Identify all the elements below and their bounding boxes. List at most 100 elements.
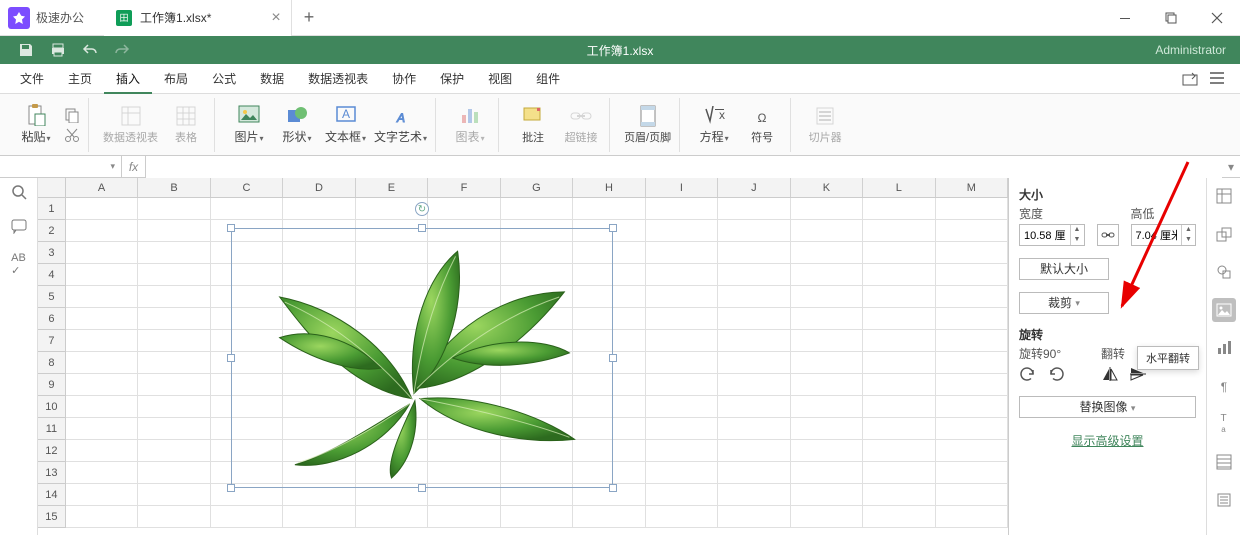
cell[interactable] <box>646 242 718 264</box>
comments-icon[interactable] <box>11 218 27 234</box>
width-input[interactable]: ▲▼ <box>1019 224 1085 246</box>
menu-formula[interactable]: 公式 <box>200 64 248 94</box>
resize-handle[interactable] <box>609 224 617 232</box>
menu-home[interactable]: 主页 <box>56 64 104 94</box>
cell[interactable] <box>863 418 935 440</box>
copy-icon[interactable] <box>64 107 80 123</box>
cell[interactable] <box>791 198 863 220</box>
col-header[interactable]: K <box>791 178 863 197</box>
cell[interactable] <box>718 506 790 528</box>
cell[interactable] <box>936 374 1008 396</box>
cell[interactable] <box>66 374 138 396</box>
resize-handle[interactable] <box>418 224 426 232</box>
cell[interactable] <box>863 462 935 484</box>
height-input[interactable]: ▲▼ <box>1131 224 1197 246</box>
col-header[interactable]: M <box>936 178 1008 197</box>
col-header[interactable]: H <box>573 178 645 197</box>
cell[interactable] <box>573 506 645 528</box>
cell[interactable] <box>863 506 935 528</box>
image-panel-icon[interactable] <box>1212 298 1236 322</box>
cell[interactable] <box>138 286 210 308</box>
cell[interactable] <box>791 484 863 506</box>
cell[interactable] <box>646 506 718 528</box>
hyperlink-button[interactable]: 超链接 <box>561 100 601 150</box>
rotate-right-icon[interactable] <box>1047 366 1065 382</box>
cell[interactable] <box>863 330 935 352</box>
cell[interactable] <box>138 418 210 440</box>
cell[interactable] <box>718 308 790 330</box>
image-button[interactable]: 图片▾ <box>229 100 269 150</box>
header-footer-button[interactable]: 页眉/页脚 <box>624 100 671 150</box>
advanced-settings-link[interactable]: 显示高级设置 <box>1019 432 1196 449</box>
cell[interactable] <box>936 352 1008 374</box>
redo-icon[interactable] <box>108 38 136 62</box>
cell[interactable] <box>646 330 718 352</box>
cell[interactable] <box>863 484 935 506</box>
cell[interactable] <box>138 308 210 330</box>
cell[interactable] <box>138 374 210 396</box>
cut-icon[interactable] <box>64 127 80 143</box>
cell[interactable] <box>791 396 863 418</box>
hamburger-icon[interactable] <box>1210 72 1224 86</box>
row-header[interactable]: 4 <box>38 264 66 286</box>
cell[interactable] <box>718 264 790 286</box>
cell[interactable] <box>791 440 863 462</box>
lock-aspect-icon[interactable] <box>1097 224 1119 246</box>
cell[interactable] <box>791 242 863 264</box>
cell[interactable] <box>718 462 790 484</box>
menu-view[interactable]: 视图 <box>476 64 524 94</box>
cell[interactable] <box>646 308 718 330</box>
cell[interactable] <box>791 264 863 286</box>
cell[interactable] <box>936 506 1008 528</box>
cell[interactable] <box>863 242 935 264</box>
close-tab-icon[interactable]: × <box>271 9 280 27</box>
resize-handle[interactable] <box>227 354 235 362</box>
cell[interactable] <box>138 242 210 264</box>
cell[interactable] <box>646 220 718 242</box>
cell[interactable] <box>66 352 138 374</box>
fx-icon[interactable]: fx <box>122 156 146 178</box>
rotate-left-icon[interactable] <box>1019 366 1037 382</box>
cell[interactable] <box>863 308 935 330</box>
cell[interactable] <box>936 418 1008 440</box>
cell[interactable] <box>646 198 718 220</box>
minimize-button[interactable] <box>1102 0 1148 36</box>
default-size-button[interactable]: 默认大小 <box>1019 258 1109 280</box>
cell[interactable] <box>66 198 138 220</box>
cell[interactable] <box>791 220 863 242</box>
cell[interactable] <box>138 198 210 220</box>
row-header[interactable]: 5 <box>38 286 66 308</box>
menu-file[interactable]: 文件 <box>8 64 56 94</box>
cell[interactable] <box>936 242 1008 264</box>
row-header[interactable]: 13 <box>38 462 66 484</box>
cell[interactable] <box>646 352 718 374</box>
cell[interactable] <box>138 220 210 242</box>
cell[interactable] <box>718 374 790 396</box>
cell[interactable] <box>66 286 138 308</box>
cell[interactable] <box>501 506 573 528</box>
cell[interactable] <box>718 352 790 374</box>
print-icon[interactable] <box>44 38 72 62</box>
row-header[interactable]: 2 <box>38 220 66 242</box>
textart-panel-icon[interactable]: Ta <box>1212 412 1236 436</box>
menu-pivot[interactable]: 数据透视表 <box>296 64 380 94</box>
cell[interactable] <box>138 462 210 484</box>
cell[interactable] <box>138 506 210 528</box>
open-location-icon[interactable] <box>1182 72 1198 86</box>
textbox-button[interactable]: A文本框▾ <box>325 100 366 150</box>
table-button[interactable]: 表格 <box>166 100 206 150</box>
cell[interactable] <box>718 396 790 418</box>
cell[interactable] <box>138 440 210 462</box>
col-header[interactable]: L <box>863 178 935 197</box>
cell[interactable] <box>791 286 863 308</box>
row-header[interactable]: 1 <box>38 198 66 220</box>
cell[interactable] <box>936 264 1008 286</box>
cell[interactable] <box>646 440 718 462</box>
spreadsheet-area[interactable]: A B C D E F G H I J K L M 12345678910111… <box>38 178 1008 535</box>
cell[interactable] <box>791 352 863 374</box>
user-label[interactable]: Administrator <box>1155 43 1240 57</box>
cell[interactable] <box>936 484 1008 506</box>
row-header[interactable]: 3 <box>38 242 66 264</box>
menu-data[interactable]: 数据 <box>248 64 296 94</box>
cell[interactable] <box>646 418 718 440</box>
